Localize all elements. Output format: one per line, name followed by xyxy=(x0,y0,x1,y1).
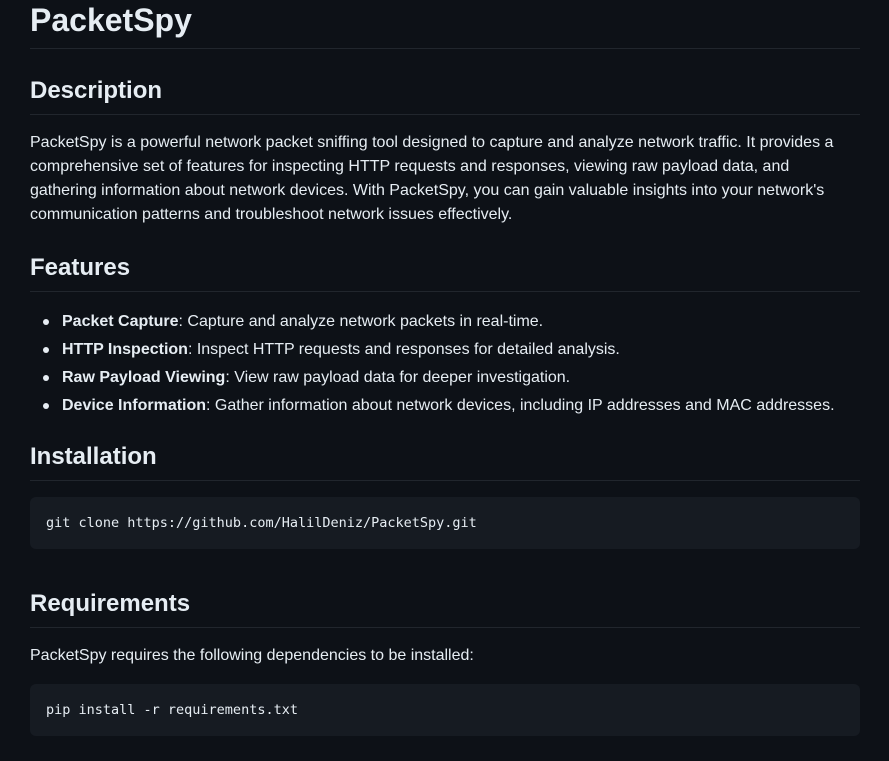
feature-name: Packet Capture xyxy=(62,313,179,330)
feature-text: : Inspect HTTP requests and responses fo… xyxy=(187,341,620,358)
description-heading: Description xyxy=(30,77,163,104)
installation-heading: Installation xyxy=(30,443,157,470)
feature-text: : Capture and analyze network packets in… xyxy=(178,313,544,330)
readme-content: PacketSpy Description PacketSpy is a pow… xyxy=(0,0,889,761)
feature-text: : Gather information about network devic… xyxy=(206,397,835,414)
description-divider xyxy=(30,114,860,115)
requirements-heading: Requirements xyxy=(30,590,191,617)
list-item: Device Information: Gather information a… xyxy=(43,392,860,420)
feature-text: : View raw payload data for deeper inves… xyxy=(225,369,571,386)
description-text: PacketSpy is a powerful network packet s… xyxy=(30,134,834,223)
feature-name: Raw Payload Viewing xyxy=(62,369,226,386)
requirements-divider xyxy=(30,627,860,628)
features-heading: Features xyxy=(30,254,131,281)
features-divider xyxy=(30,291,860,292)
installation-divider xyxy=(30,480,860,481)
feature-name: HTTP Inspection xyxy=(62,341,188,358)
feature-name: Device Information xyxy=(62,397,207,414)
page-title: PacketSpy xyxy=(30,2,192,38)
list-item: Packet Capture: Capture and analyze netw… xyxy=(43,308,860,336)
title-divider xyxy=(30,48,860,49)
install-code-block[interactable]: git clone https://github.com/HalilDeniz/… xyxy=(30,497,860,549)
features-list: Packet Capture: Capture and analyze netw… xyxy=(30,308,860,420)
requirements-code-block[interactable]: pip install -r requirements.txt xyxy=(30,684,860,736)
requirements-text: PacketSpy requires the following depende… xyxy=(30,647,474,664)
list-item: HTTP Inspection: Inspect HTTP requests a… xyxy=(43,336,860,364)
list-item: Raw Payload Viewing: View raw payload da… xyxy=(43,364,860,392)
